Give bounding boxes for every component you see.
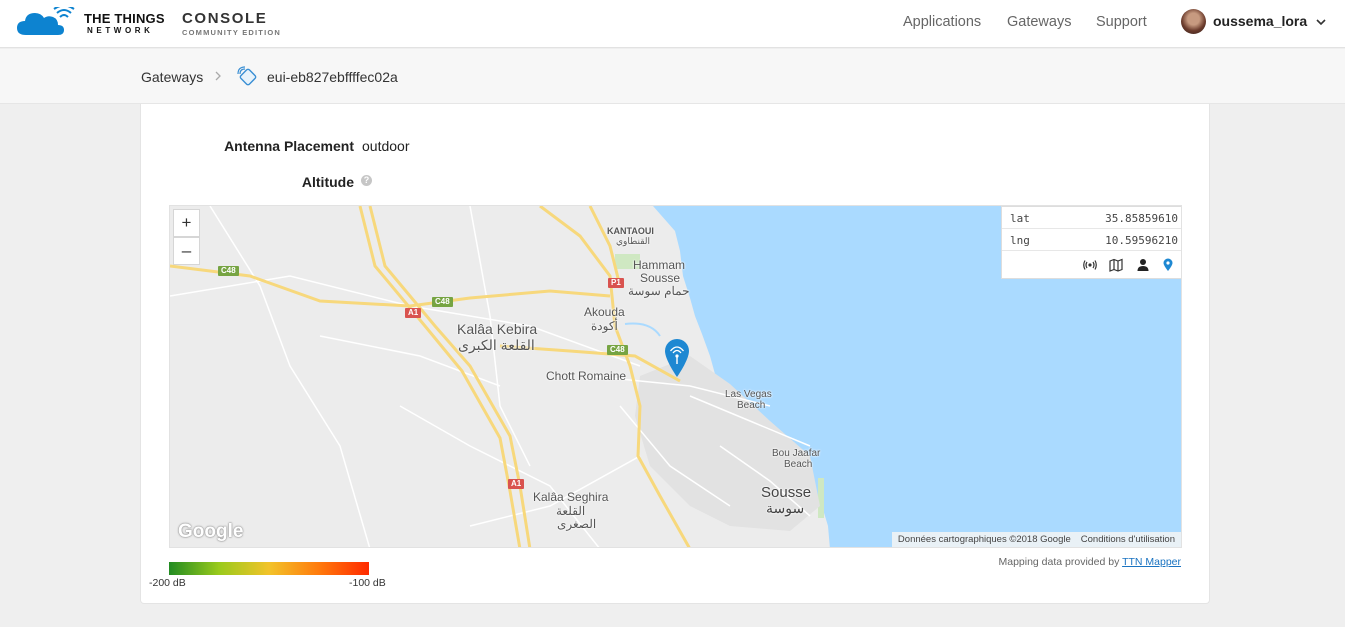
label-kalaa-kebira-ar: القلعة الكبرى [458, 337, 535, 353]
location-pin-icon[interactable] [1161, 258, 1175, 272]
road-p1: P1 [608, 278, 624, 288]
gateway-icon [237, 66, 257, 86]
map-data-credit: Données cartographiques ©2018 Google [897, 534, 1071, 545]
label-akouda-ar: أكودة [591, 319, 618, 333]
lng-label: lng [1010, 234, 1030, 247]
label-bou-jaafar: Bou Jaafar [772, 448, 821, 459]
label-bou-jaafar-beach: Beach [784, 459, 813, 470]
username[interactable]: oussema_lora [1213, 13, 1307, 29]
map-icon[interactable] [1109, 258, 1123, 272]
label-kantaoui: KANTAOUI [607, 226, 654, 236]
gateway-map[interactable]: KANTAOUI القنطاوي Hammam Sousse حمام سوس… [169, 205, 1182, 548]
coordinates-panel: lat 35.85859610 lng 10.59596210 [1001, 206, 1181, 280]
mapping-credit-text: Mapping data provided by [998, 556, 1120, 568]
label-sousse-ar: سوسة [766, 500, 805, 516]
label-las-vegas: Las Vegas [725, 389, 772, 400]
terms-link[interactable]: Conditions d'utilisation [1081, 534, 1175, 545]
nav-gateways[interactable]: Gateways [1007, 14, 1071, 30]
antenna-placement-label: Antenna Placement [224, 138, 354, 154]
map-attribution: Données cartographiques ©2018 Google Cond… [891, 532, 1181, 547]
gateway-settings-card: Antenna Placement outdoor Altitude ? KAN… [140, 104, 1210, 604]
ttn-cloud-logo[interactable] [16, 7, 78, 37]
breadcrumb-gateways[interactable]: Gateways [141, 69, 203, 85]
help-icon[interactable]: ? [361, 175, 372, 186]
road-a1-south: A1 [508, 479, 525, 489]
ttn-mapper-link[interactable]: TTN Mapper [1122, 556, 1181, 568]
lat-value: 35.85859610 [1105, 212, 1178, 225]
label-hammam-ar: حمام سوسة [628, 284, 690, 298]
antenna-placement-value: outdoor [362, 138, 410, 154]
label-sousse-sub: Sousse [640, 271, 681, 285]
gateway-marker-icon[interactable] [664, 338, 690, 378]
lat-label: lat [1010, 212, 1030, 225]
map-toolbar [1002, 251, 1181, 280]
legend-max: -100 dB [349, 577, 386, 589]
label-kalaa-kebira: Kalâa Kebira [457, 321, 538, 337]
product-name: CONSOLE [182, 10, 268, 27]
label-sousse: Sousse [761, 484, 812, 501]
lng-value: 10.59596210 [1105, 234, 1178, 247]
label-kalaa-seghira-ar1: القلعة [556, 504, 586, 518]
chevron-down-icon[interactable] [1315, 16, 1327, 28]
label-akouda: Akouda [584, 305, 625, 319]
lat-row: lat 35.85859610 [1002, 207, 1181, 229]
breadcrumb-gateway-id: eui-eb827ebffffec02a [267, 69, 398, 85]
label-las-vegas-beach: Beach [737, 400, 766, 411]
nav-support[interactable]: Support [1096, 14, 1147, 30]
zoom-out-button[interactable]: – [173, 237, 200, 265]
road-a1-north: A1 [405, 308, 422, 318]
avatar[interactable] [1181, 9, 1206, 34]
road-c48-east: C48 [607, 345, 628, 355]
top-bar: THE THINGS NETWORK CONSOLE COMMUNITY EDI… [0, 0, 1345, 48]
zoom-in-button[interactable]: + [173, 209, 200, 237]
lng-row: lng 10.59596210 [1002, 229, 1181, 251]
altitude-label: Altitude [301, 174, 354, 190]
legend-min: -200 dB [149, 577, 186, 589]
signal-gradient-legend [169, 562, 369, 575]
google-logo: Google [178, 521, 244, 542]
label-kalaa-seghira-ar2: الصغرى [557, 517, 597, 531]
chevron-right-icon [215, 71, 221, 81]
breadcrumb: Gateways eui-eb827ebffffec02a [0, 49, 1345, 104]
antenna-icon[interactable] [1083, 258, 1097, 272]
brand-subname: NETWORK [87, 26, 154, 35]
mapping-credit: Mapping data provided by TTN Mapper [998, 556, 1181, 568]
road-c48-west: C48 [218, 266, 239, 276]
brand-name: THE THINGS [84, 11, 165, 26]
nav-applications[interactable]: Applications [903, 14, 981, 30]
label-chott-romaine: Chott Romaine [546, 369, 627, 383]
label-hammam: Hammam [633, 258, 686, 272]
label-kantaoui-ar: القنطاوي [616, 236, 651, 246]
label-kalaa-seghira: Kalâa Seghira [533, 490, 609, 504]
product-edition: COMMUNITY EDITION [182, 28, 282, 37]
road-c48-center: C48 [432, 297, 453, 307]
person-icon[interactable] [1136, 258, 1150, 272]
